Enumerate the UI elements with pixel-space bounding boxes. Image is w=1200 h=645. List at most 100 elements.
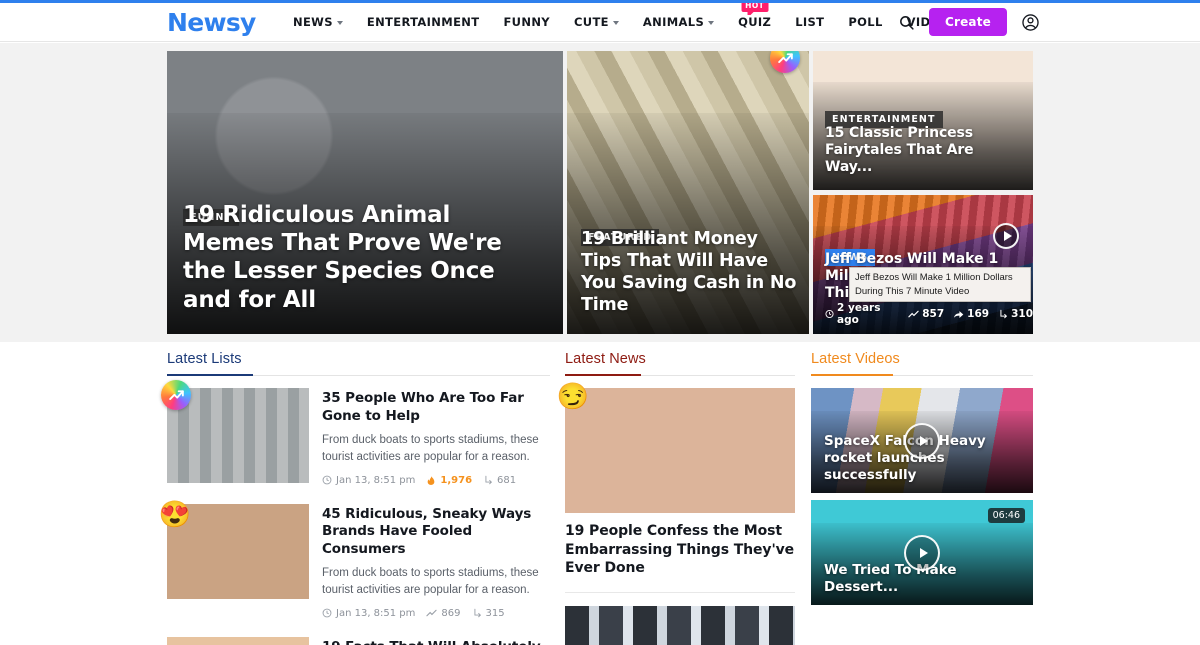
meta-views: 869 bbox=[426, 607, 461, 619]
list-description: From duck boats to sports stadiums, thes… bbox=[322, 434, 539, 464]
nav-actions: Create bbox=[898, 8, 1040, 36]
news-image bbox=[565, 388, 795, 513]
reply-icon bbox=[485, 475, 493, 485]
hero-main-title[interactable]: 19 Ridiculous Animal Memes That Prove We… bbox=[183, 201, 541, 314]
heart-eyes-emoji-icon: 😍 bbox=[158, 498, 192, 529]
news-thumbnail[interactable] bbox=[565, 388, 795, 513]
hero-grid: FUNNY 19 Ridiculous Animal Memes That Pr… bbox=[167, 51, 1033, 334]
clock-icon bbox=[825, 309, 834, 319]
search-icon[interactable] bbox=[898, 14, 915, 31]
nav-label: CUTE bbox=[573, 15, 609, 29]
news-card[interactable] bbox=[565, 605, 795, 645]
meta-value: 315 bbox=[485, 607, 505, 619]
list-meta: Jan 13, 8:51 pm 869 315 bbox=[322, 608, 550, 619]
column-latest-lists: Latest Lists 35 People Who Are Too Far G… bbox=[159, 350, 550, 645]
meta-value: Jan 13, 8:51 pm bbox=[336, 474, 416, 486]
section-title: Latest Lists bbox=[167, 351, 242, 367]
play-circle-icon[interactable] bbox=[904, 534, 940, 571]
list-item[interactable]: 35 People Who Are Too Far Gone to Help F… bbox=[161, 380, 550, 486]
create-button[interactable]: Create bbox=[928, 8, 1007, 36]
top-accent-bar bbox=[0, 0, 1200, 3]
divider bbox=[565, 591, 795, 593]
meta-value: 1,976 bbox=[440, 474, 473, 486]
nav-label: FUNNY bbox=[503, 15, 550, 29]
list-image bbox=[167, 636, 309, 645]
video-stats: 2 years ago 857 169 310 bbox=[825, 302, 1033, 326]
list-meta: Jan 13, 8:51 pm 1,976 681 bbox=[322, 475, 550, 486]
nav-label: LIST bbox=[795, 15, 825, 29]
hero-card-featured[interactable]: FEATURED 19 Brilliant Money Tips That Wi… bbox=[567, 51, 809, 334]
reply-icon bbox=[473, 609, 481, 618]
nav-item-animals[interactable]: ANIMALS bbox=[631, 15, 726, 29]
chevron-down-icon bbox=[336, 21, 343, 25]
trending-up-icon bbox=[426, 609, 438, 617]
list-title[interactable]: 35 People Who Are Too Far Gone to Help bbox=[322, 390, 550, 425]
video-card[interactable]: SpaceX Falcon Heavy rocket launches succ… bbox=[811, 388, 1033, 493]
hero-featured-title[interactable]: 19 Brilliant Money Tips That Will Have Y… bbox=[581, 228, 797, 316]
stat-value: 2 years ago bbox=[837, 302, 881, 326]
nav-item-funny[interactable]: FUNNY bbox=[491, 15, 562, 29]
nav-item-list[interactable]: LIST bbox=[783, 15, 836, 29]
meta-replies: 315 bbox=[472, 608, 505, 619]
play-circle-icon[interactable] bbox=[904, 422, 940, 459]
column-latest-videos: Latest Videos SpaceX Falcon Heavy rocket… bbox=[811, 350, 1033, 645]
chevron-down-icon bbox=[612, 21, 619, 25]
account-circle-icon[interactable] bbox=[1021, 13, 1040, 32]
news-title[interactable]: 19 People Confess the Most Embarrassing … bbox=[565, 522, 795, 578]
trending-up-icon bbox=[908, 310, 919, 317]
list-thumbnail[interactable] bbox=[167, 636, 309, 645]
meta-value: Jan 13, 8:51 pm bbox=[336, 607, 416, 619]
nav-item-quiz[interactable]: HOT QUIZ bbox=[726, 0, 783, 29]
trending-up-icon bbox=[161, 380, 191, 410]
meta-date: Jan 13, 8:51 pm bbox=[322, 608, 415, 619]
news-thumbnail[interactable] bbox=[565, 605, 795, 645]
duration-badge: 06:46 bbox=[987, 508, 1025, 523]
nav-item-cute[interactable]: CUTE bbox=[562, 15, 631, 29]
nav-menu: NEWS ENTERTAINMENT FUNNY CUTE ANIMALS HO… bbox=[281, 0, 1000, 29]
smirk-emoji-icon: 😏 bbox=[556, 381, 590, 411]
nav-item-news[interactable]: NEWS bbox=[281, 15, 355, 29]
title-tooltip: Jeff Bezos Will Make 1 Million Dollars D… bbox=[849, 267, 1031, 302]
nav-item-entertainment[interactable]: ENTERTAINMENT bbox=[355, 15, 492, 29]
hero-card-main[interactable]: FUNNY 19 Ridiculous Animal Memes That Pr… bbox=[167, 51, 563, 334]
nav-label: ANIMALS bbox=[642, 15, 705, 29]
hero-card-entertainment[interactable]: ENTERTAINMENT 15 Classic Princess Fairyt… bbox=[813, 51, 1033, 190]
stat-value: 310 bbox=[1011, 308, 1033, 320]
list-title[interactable]: 45 Ridiculous, Sneaky Ways Brands Have F… bbox=[322, 506, 550, 559]
page-root: Newsy NEWS ENTERTAINMENT FUNNY CUTE ANIM… bbox=[0, 0, 1200, 645]
meta-value: 869 bbox=[441, 607, 461, 619]
hero-section: FUNNY 19 Ridiculous Animal Memes That Pr… bbox=[0, 43, 1200, 342]
chevron-down-icon bbox=[708, 21, 715, 25]
play-circle-icon[interactable] bbox=[993, 223, 1019, 249]
meta-replies: 681 bbox=[483, 475, 516, 486]
meta-hot: 1,976 bbox=[426, 475, 472, 486]
list-body: 35 People Who Are Too Far Gone to Help F… bbox=[322, 388, 550, 486]
news-image bbox=[565, 605, 795, 645]
meta-value: 681 bbox=[497, 474, 517, 486]
section-heading-news: Latest News bbox=[565, 350, 795, 376]
stat-replies: 310 bbox=[998, 308, 1033, 320]
lower-section: Latest Lists 35 People Who Are Too Far G… bbox=[0, 342, 1200, 645]
main-navigation: Newsy NEWS ENTERTAINMENT FUNNY CUTE ANIM… bbox=[0, 0, 1200, 42]
list-item[interactable]: 19 Facts That Will Absolutely Demolish E… bbox=[167, 636, 550, 645]
section-title: Latest News bbox=[565, 351, 646, 367]
section-title: Latest Videos bbox=[811, 351, 900, 367]
list-body: 45 Ridiculous, Sneaky Ways Brands Have F… bbox=[322, 504, 550, 619]
list-title[interactable]: 19 Facts That Will Absolutely Demolish E… bbox=[322, 639, 550, 645]
section-heading-lists: Latest Lists bbox=[167, 350, 550, 376]
hero-right-column: ENTERTAINMENT 15 Classic Princess Fairyt… bbox=[813, 51, 1033, 334]
clock-icon bbox=[322, 475, 332, 485]
hero-entertainment-title[interactable]: 15 Classic Princess Fairytales That Are … bbox=[825, 125, 1023, 176]
nav-item-poll[interactable]: POLL bbox=[836, 15, 894, 29]
reply-icon bbox=[1000, 309, 1008, 319]
site-logo[interactable]: Newsy bbox=[167, 8, 256, 37]
hero-card-news-video[interactable]: NEWS Jeff Bezos Will Make 1 Million Doll… bbox=[813, 195, 1033, 334]
clock-icon bbox=[322, 608, 332, 618]
section-heading-videos: Latest Videos bbox=[811, 350, 1033, 376]
news-card[interactable]: 😏 19 People Confess the Most Embarrassin… bbox=[557, 383, 795, 578]
column-latest-news: Latest News 😏 19 People Confess the Most… bbox=[557, 350, 795, 645]
list-item[interactable]: 😍 45 Ridiculous, Sneaky Ways Brands Have… bbox=[159, 501, 550, 619]
stat-value: 857 bbox=[922, 308, 945, 320]
nav-label: NEWS bbox=[293, 15, 333, 29]
video-card[interactable]: 06:46 We Tried To Make Dessert... bbox=[811, 500, 1033, 605]
